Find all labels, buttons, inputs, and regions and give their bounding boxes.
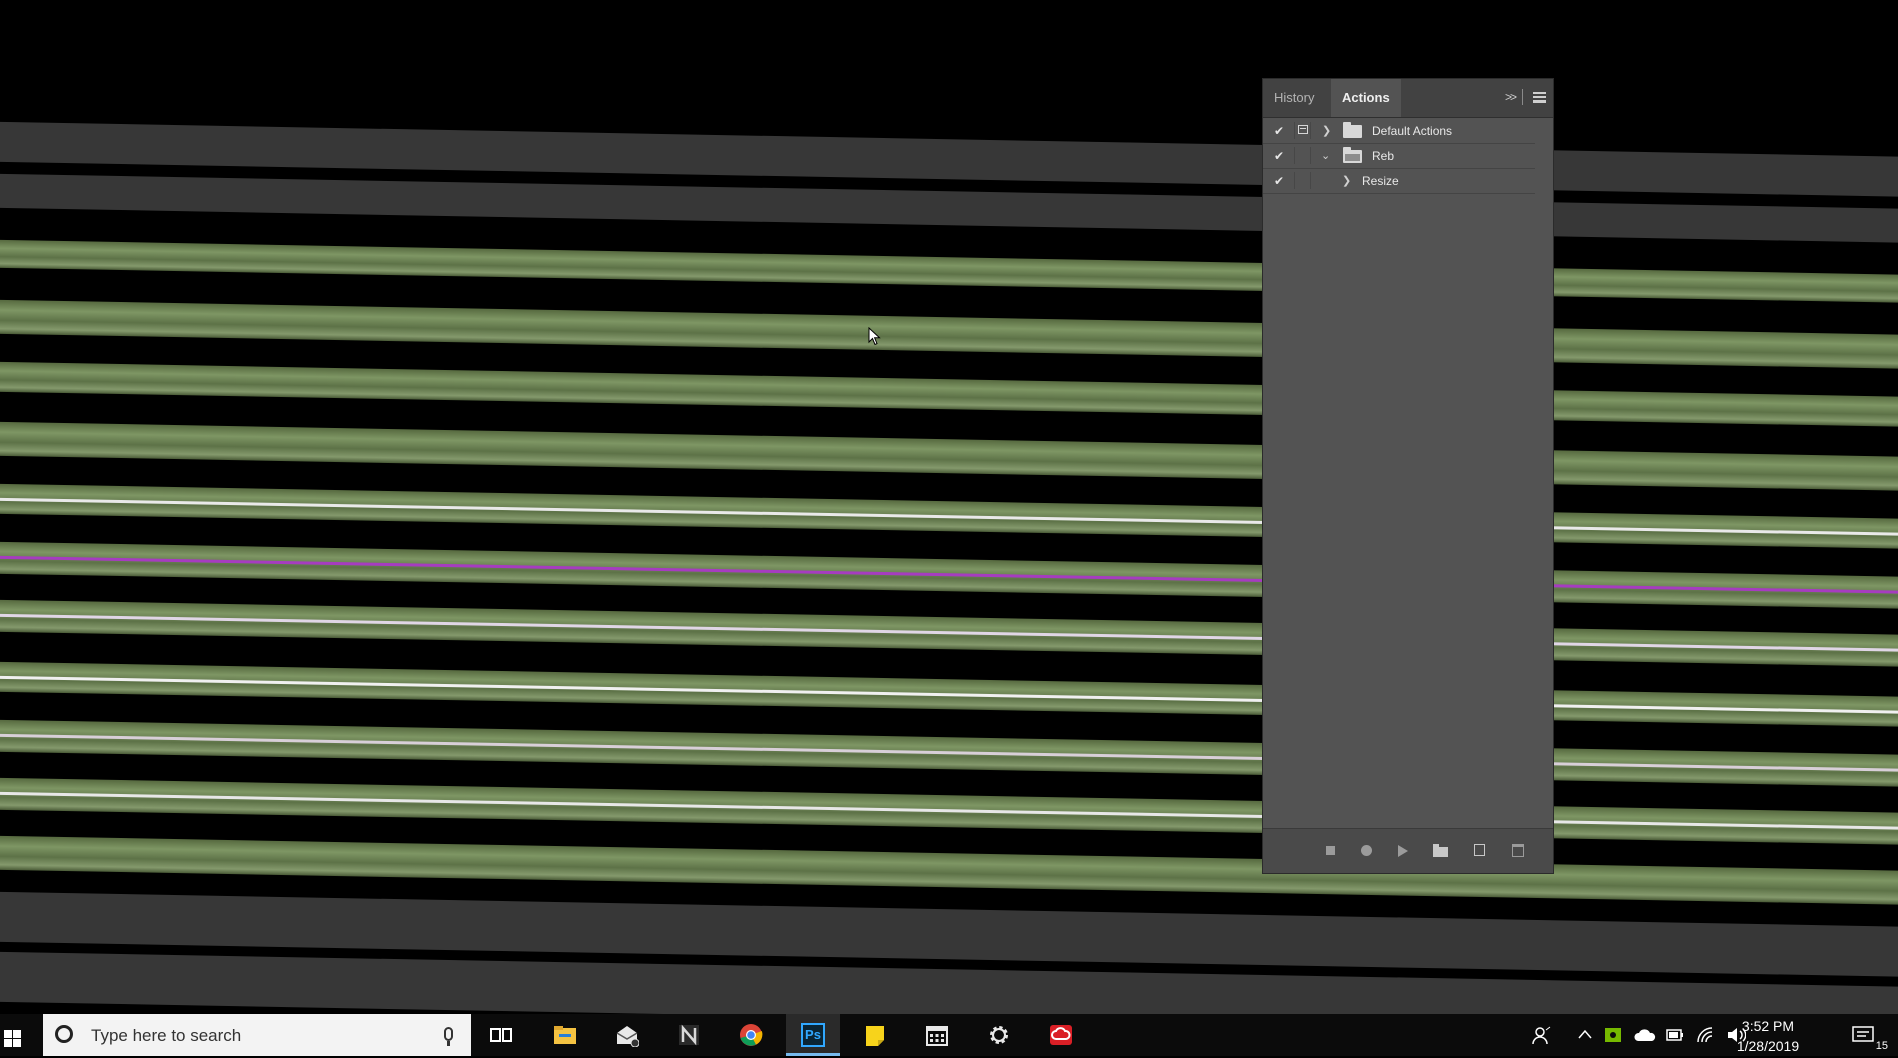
gear-icon <box>990 1026 1008 1044</box>
action-set-row[interactable]: ✔ ❯ Default Actions <box>1263 119 1535 144</box>
delete-icon[interactable] <box>1512 844 1524 857</box>
image-stripe <box>0 360 1898 429</box>
nvidia-icon[interactable] <box>1604 1026 1622 1044</box>
record-icon[interactable] <box>1361 845 1372 856</box>
windows-icon <box>4 1030 22 1048</box>
open-folder-icon <box>1343 147 1362 163</box>
calendar-icon <box>926 1026 948 1046</box>
microphone-icon[interactable] <box>444 1027 453 1046</box>
photoshop-icon: Ps <box>801 1023 825 1047</box>
onedrive-icon[interactable] <box>1634 1028 1656 1042</box>
chrome-button[interactable] <box>724 1014 778 1056</box>
chevron-up-icon[interactable] <box>1578 1028 1592 1042</box>
image-stripe <box>0 298 1898 371</box>
action-set-row[interactable]: ✔ ⌄ Reb <box>1263 144 1535 169</box>
dialog-icon <box>1298 125 1308 134</box>
play-icon[interactable] <box>1398 845 1408 857</box>
creative-cloud-button[interactable] <box>1034 1014 1088 1056</box>
notification-count-badge: 15 <box>1875 1040 1888 1052</box>
collapse-panel-icon[interactable]: >> <box>1505 90 1517 104</box>
notion-icon <box>679 1024 699 1046</box>
dialog-toggle[interactable] <box>1294 172 1311 189</box>
image-thread <box>0 612 1898 654</box>
panel-tab-bar: History Actions >> <box>1263 79 1553 118</box>
folder-icon <box>554 1026 576 1044</box>
action-set-label: Reb <box>1372 149 1395 163</box>
photoshop-button[interactable]: Ps <box>786 1014 840 1056</box>
sticky-notes-icon <box>866 1026 884 1046</box>
image-stripe <box>0 540 1898 611</box>
sticky-notes-button[interactable] <box>848 1014 902 1056</box>
people-icon[interactable] <box>1532 1026 1552 1046</box>
actions-panel: History Actions >> ✔ ❯ Default Actions ✔… <box>1262 78 1554 874</box>
task-view-button[interactable] <box>474 1014 528 1056</box>
folder-icon <box>1343 122 1362 138</box>
mail-icon <box>616 1026 639 1047</box>
clock-time[interactable]: 3:52 PM <box>1728 1018 1808 1034</box>
action-row[interactable]: ✔ ❯ Resize <box>1263 169 1535 194</box>
image-thread <box>0 790 1898 832</box>
settings-button[interactable] <box>972 1014 1026 1056</box>
toggle-checkmark-icon[interactable]: ✔ <box>1268 144 1290 168</box>
new-set-icon[interactable] <box>1433 844 1448 857</box>
mouse-cursor-icon <box>868 327 881 346</box>
dialog-toggle[interactable] <box>1294 147 1311 164</box>
dialog-toggle[interactable] <box>1294 122 1311 139</box>
image-stripe <box>0 482 1898 551</box>
taskbar: Type here to search Ps 3:52 PM 1/28/2019… <box>0 1014 1898 1056</box>
action-label: Resize <box>1362 174 1399 188</box>
notion-button[interactable] <box>662 1014 716 1056</box>
panel-footer <box>1263 828 1553 873</box>
chrome-icon <box>740 1024 763 1046</box>
image-stripe <box>0 238 1898 305</box>
wifi-icon[interactable] <box>1696 1026 1714 1044</box>
file-explorer-button[interactable] <box>538 1014 592 1056</box>
toggle-checkmark-icon[interactable]: ✔ <box>1268 169 1290 193</box>
image-thread <box>0 554 1898 596</box>
toggle-checkmark-icon[interactable]: ✔ <box>1268 119 1290 143</box>
battery-icon[interactable] <box>1666 1027 1684 1043</box>
calendar-button[interactable] <box>910 1014 964 1056</box>
chevron-right-icon[interactable]: ❯ <box>1322 119 1331 143</box>
clock-date[interactable]: 1/28/2019 <box>1728 1038 1808 1054</box>
search-input[interactable]: Type here to search <box>43 1014 471 1056</box>
start-button[interactable] <box>0 1014 36 1056</box>
image-stripe <box>0 718 1898 789</box>
canvas-image <box>0 0 1898 1014</box>
chevron-right-icon[interactable]: ❯ <box>1342 169 1351 193</box>
image-stripe <box>0 598 1898 669</box>
image-thread <box>0 496 1898 538</box>
image-stripe <box>0 834 1898 907</box>
task-view-icon <box>490 1028 512 1042</box>
divider <box>1522 89 1523 105</box>
tab-actions[interactable]: Actions <box>1331 79 1401 117</box>
action-set-label: Default Actions <box>1372 124 1453 138</box>
panel-menu-icon[interactable] <box>1533 92 1546 103</box>
tab-history[interactable]: History <box>1263 79 1325 117</box>
creative-cloud-icon <box>1050 1025 1072 1045</box>
search-placeholder: Type here to search <box>91 1026 242 1045</box>
image-stripe <box>0 420 1898 493</box>
image-thread <box>0 674 1898 716</box>
image-thread <box>0 732 1898 774</box>
image-stripe <box>0 660 1898 729</box>
cortana-icon <box>55 1025 73 1043</box>
chevron-down-icon[interactable]: ⌄ <box>1321 144 1330 168</box>
image-stripe <box>0 776 1898 847</box>
stop-icon[interactable] <box>1326 846 1335 855</box>
actions-list: ✔ ❯ Default Actions ✔ ⌄ Reb ✔ ❯ Resize <box>1263 119 1535 194</box>
mail-button[interactable] <box>600 1014 654 1056</box>
new-action-icon[interactable] <box>1474 844 1485 856</box>
action-center-icon[interactable] <box>1852 1026 1874 1044</box>
